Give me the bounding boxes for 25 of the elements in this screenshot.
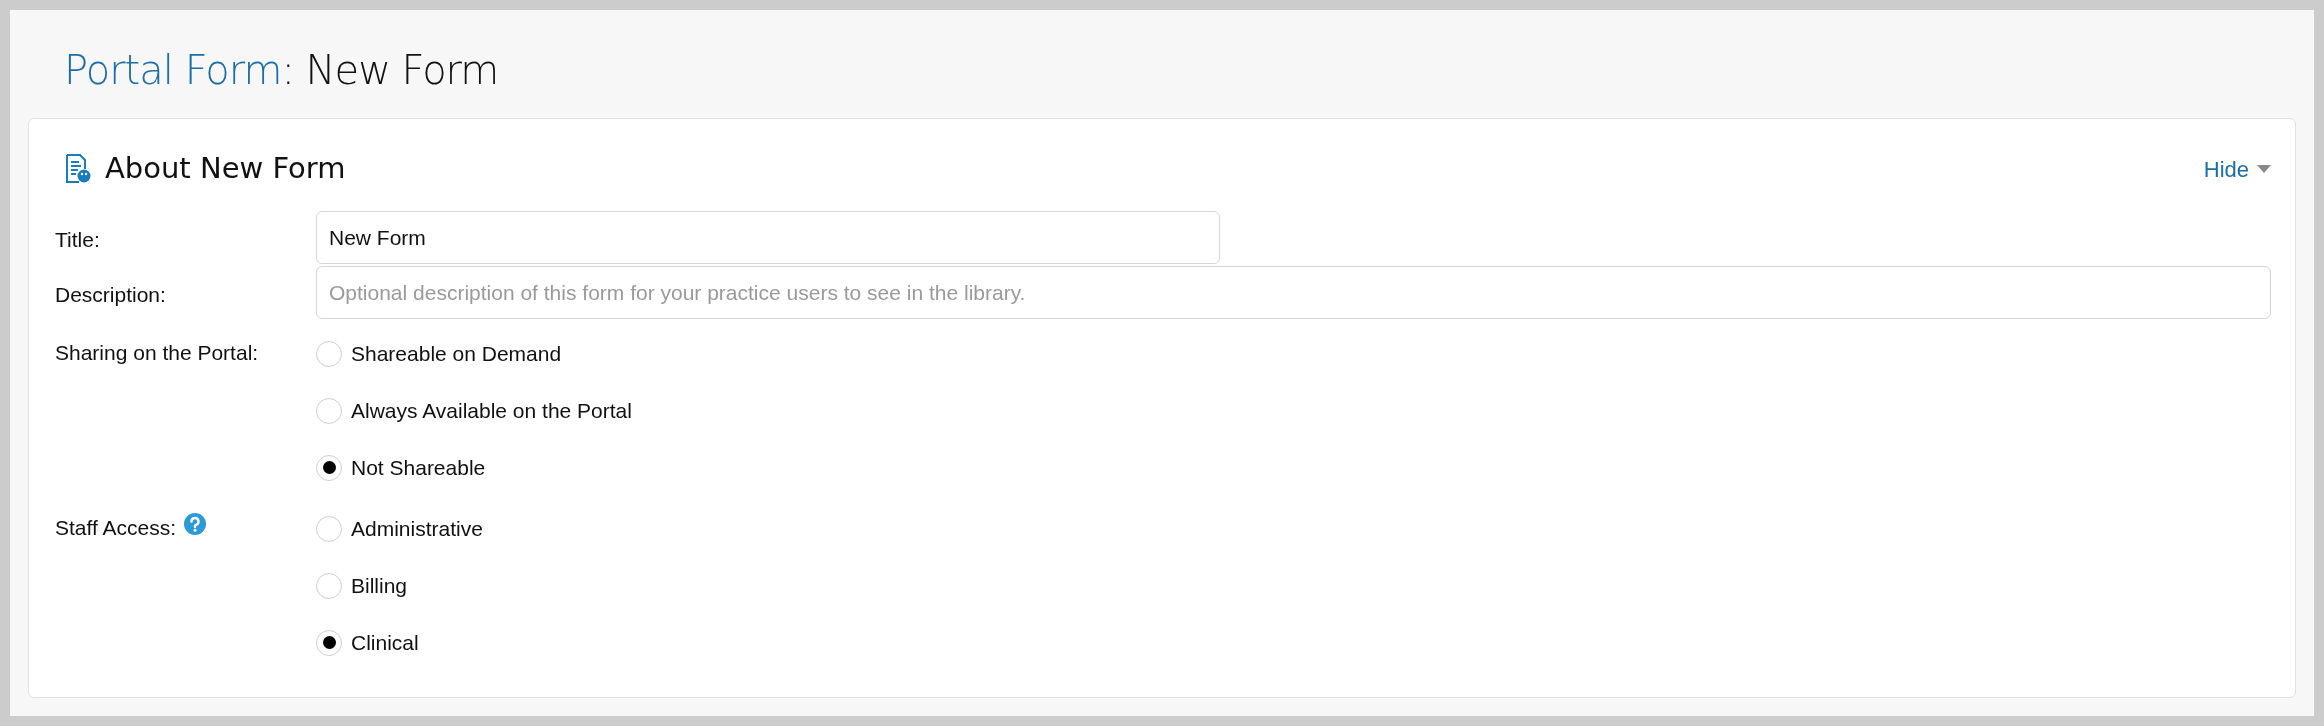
page-title-link[interactable]: Portal Form [64, 40, 282, 100]
radio-label: Clinical [351, 629, 419, 656]
field-label: Title: [55, 226, 100, 253]
field-label: Sharing on the Portal: [55, 340, 259, 366]
title-field[interactable]: New Form [316, 211, 1220, 264]
section-title: About New Form [105, 150, 346, 188]
document-palette-icon [65, 154, 91, 184]
field-label: Staff Access: [55, 515, 176, 541]
radio-button[interactable] [316, 572, 342, 599]
radio-label: Administrative [351, 515, 483, 542]
field-label: Description: [55, 281, 166, 308]
radio-button[interactable] [316, 454, 342, 481]
radio-button[interactable] [316, 515, 342, 542]
radio-label: Not Shareable [351, 454, 486, 481]
radio-label: Billing [351, 572, 408, 599]
radio-label: Always Available on the Portal [351, 397, 632, 424]
radio-label: Shareable on Demand [351, 340, 562, 367]
page-title: : New Form [281, 46, 499, 95]
radio-button[interactable] [316, 340, 342, 367]
description-field[interactable]: Optional description of this form for your practice users to see in the library. [316, 266, 2271, 319]
hide-toggle[interactable]: Hide [2203, 152, 2271, 186]
radio-button[interactable] [316, 629, 342, 656]
caret-icon [2257, 165, 2271, 173]
radio-button[interactable] [316, 397, 342, 424]
help-icon[interactable] [184, 513, 206, 535]
